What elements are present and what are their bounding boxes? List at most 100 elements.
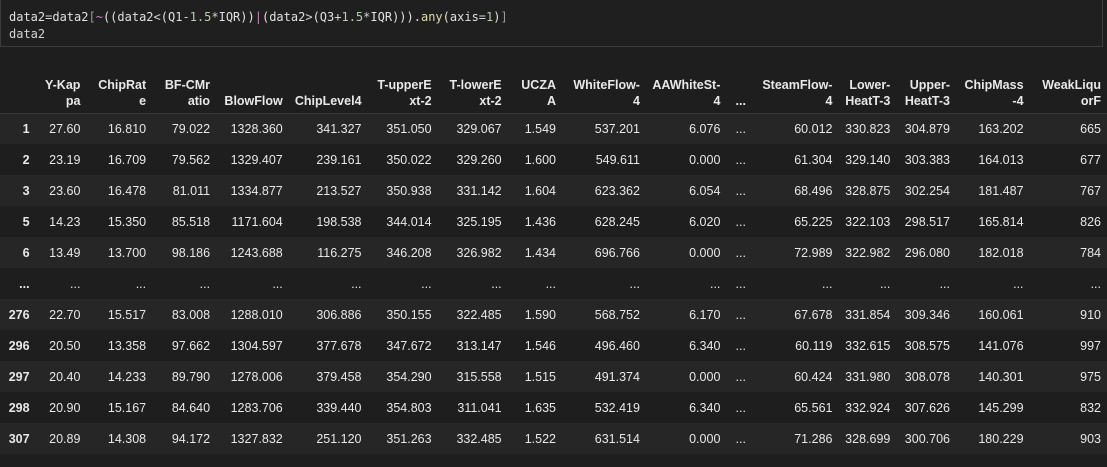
table-cell: 303.383: [904, 152, 950, 167]
column-header: WhiteFlow-4: [573, 77, 640, 108]
column-header: ChipRate: [98, 77, 147, 108]
code-token: ~: [95, 10, 103, 24]
table-cell: 213.527: [316, 183, 362, 198]
table-row: ........................................…: [0, 268, 1107, 299]
table-cell: ...: [735, 400, 746, 415]
table-cell: 377.678: [316, 338, 362, 353]
column-header: UCZAA: [521, 77, 556, 108]
table-row: 297 20.40 14.233 89.790 1278.006 379.458 354.2…: [0, 361, 1107, 392]
table-row: 1 27.60 16.810 79.022 1328.360 341.327 351.050…: [0, 113, 1107, 144]
row-index: 5: [22, 214, 30, 229]
row-index: 296: [8, 338, 30, 353]
table-cell: 350.022: [386, 152, 432, 167]
table-cell: 332.485: [456, 431, 502, 446]
table-cell: 346.208: [386, 245, 432, 260]
table-cell: 300.706: [904, 431, 950, 446]
table-cell: 72.989: [794, 245, 833, 260]
table-cell: 1.604: [524, 183, 556, 198]
code-token: 1.5: [189, 10, 212, 24]
table-cell: 537.201: [594, 121, 640, 136]
table-cell: 339.440: [316, 400, 362, 415]
table-cell: 6.170: [689, 307, 721, 322]
table-cell: 1327.832: [230, 431, 283, 446]
code-line-display[interactable]: data2: [9, 26, 45, 42]
table-cell: ...: [709, 276, 721, 291]
table-cell: 326.982: [456, 245, 502, 260]
table-cell: 16.478: [107, 183, 147, 198]
dataframe-table: Y-Kappa ChipRate BF-CMratio BlowFlow ChipLev…: [0, 57, 1107, 454]
table-cell: ...: [272, 276, 283, 291]
code-token: data2: [52, 10, 89, 24]
column-header: BF-CMratio: [164, 77, 211, 108]
table-cell: 1334.877: [230, 183, 283, 198]
table-cell: ...: [735, 431, 746, 446]
table-cell: 344.014: [386, 214, 432, 229]
table-cell: 306.886: [316, 307, 362, 322]
table-cell: 116.275: [317, 245, 362, 260]
table-cell: 16.810: [107, 121, 147, 136]
table-cell: 198.538: [316, 214, 362, 229]
column-header: Y-Kappa: [45, 77, 81, 108]
table-cell: ...: [822, 276, 833, 291]
table-cell: 496.460: [594, 338, 640, 353]
table-cell: ...: [735, 121, 746, 136]
row-index: 6: [22, 245, 30, 260]
table-cell: 0.000: [689, 152, 721, 167]
table-cell: 1.515: [524, 369, 556, 384]
table-cell: 65.225: [794, 214, 833, 229]
table-cell: 61.304: [794, 152, 833, 167]
table-cell: 79.022: [171, 121, 211, 136]
table-cell: 350.155: [386, 307, 432, 322]
cell-output: Y-Kappa ChipRate BF-CMratio BlowFlow ChipLev…: [0, 47, 1107, 467]
table-cell: ...: [735, 307, 746, 322]
table-cell: 89.790: [171, 369, 211, 384]
table-cell: 13.49: [49, 245, 81, 260]
table-cell: 71.286: [794, 431, 833, 446]
column-header: T-upperExt-2: [377, 77, 432, 108]
code-token: *: [211, 10, 219, 24]
table-cell: 631.514: [594, 431, 640, 446]
table-cell: 1329.407: [230, 152, 283, 167]
table-cell: 832: [1080, 400, 1101, 415]
table-cell: 997: [1080, 338, 1101, 353]
table-cell: 308.575: [904, 338, 950, 353]
table-cell: 302.254: [904, 183, 950, 198]
table-cell: ...: [545, 276, 556, 291]
table-cell: 311.041: [457, 400, 502, 415]
table-cell: ...: [735, 245, 746, 260]
table-cell: 329.260: [456, 152, 502, 167]
code-token: (Q1: [160, 10, 183, 24]
table-cell: 329.140: [845, 152, 891, 167]
table-cell: 1.546: [524, 338, 556, 353]
table-cell: 341.327: [316, 121, 362, 136]
table-cell: 65.561: [794, 400, 833, 415]
table-cell: 20.50: [49, 338, 81, 353]
table-cell: 23.19: [49, 152, 81, 167]
code-line-filter[interactable]: data2=data2[~((data2<(Q1-1.5*IQR))|(data…: [9, 9, 508, 25]
table-cell: 351.050: [386, 121, 432, 136]
table-cell: 325.195: [456, 214, 502, 229]
table-cell: ...: [939, 276, 950, 291]
notebook-cell: data2=data2[~((data2<(Q1-1.5*IQR))|(data…: [0, 0, 1107, 467]
table-cell: 347.672: [386, 338, 432, 353]
table-cell: 1278.006: [230, 369, 283, 384]
table-cell: 322.485: [456, 307, 502, 322]
table-cell: 83.008: [171, 307, 211, 322]
table-cell: 22.70: [49, 307, 81, 322]
table-cell: 1.600: [524, 152, 556, 167]
table-cell: 1.522: [524, 431, 556, 446]
table-cell: 826: [1080, 214, 1101, 229]
table-cell: 309.346: [904, 307, 950, 322]
table-cell: 677: [1080, 152, 1101, 167]
table-cell: 79.562: [171, 152, 211, 167]
table-cell: 239.161: [316, 152, 362, 167]
table-cell: 308.078: [904, 369, 950, 384]
code-editor[interactable]: data2=data2[~((data2<(Q1-1.5*IQR))|(data…: [0, 0, 1103, 47]
table-row: 307 20.89 14.308 94.172 1327.832 251.120 351.2…: [0, 423, 1107, 454]
table-cell: 13.358: [107, 338, 147, 353]
table-cell: 20.89: [49, 431, 81, 446]
table-cell: 68.496: [794, 183, 833, 198]
table-cell: ...: [735, 152, 746, 167]
code-token: (axis: [442, 10, 479, 24]
index-header: [0, 57, 36, 113]
